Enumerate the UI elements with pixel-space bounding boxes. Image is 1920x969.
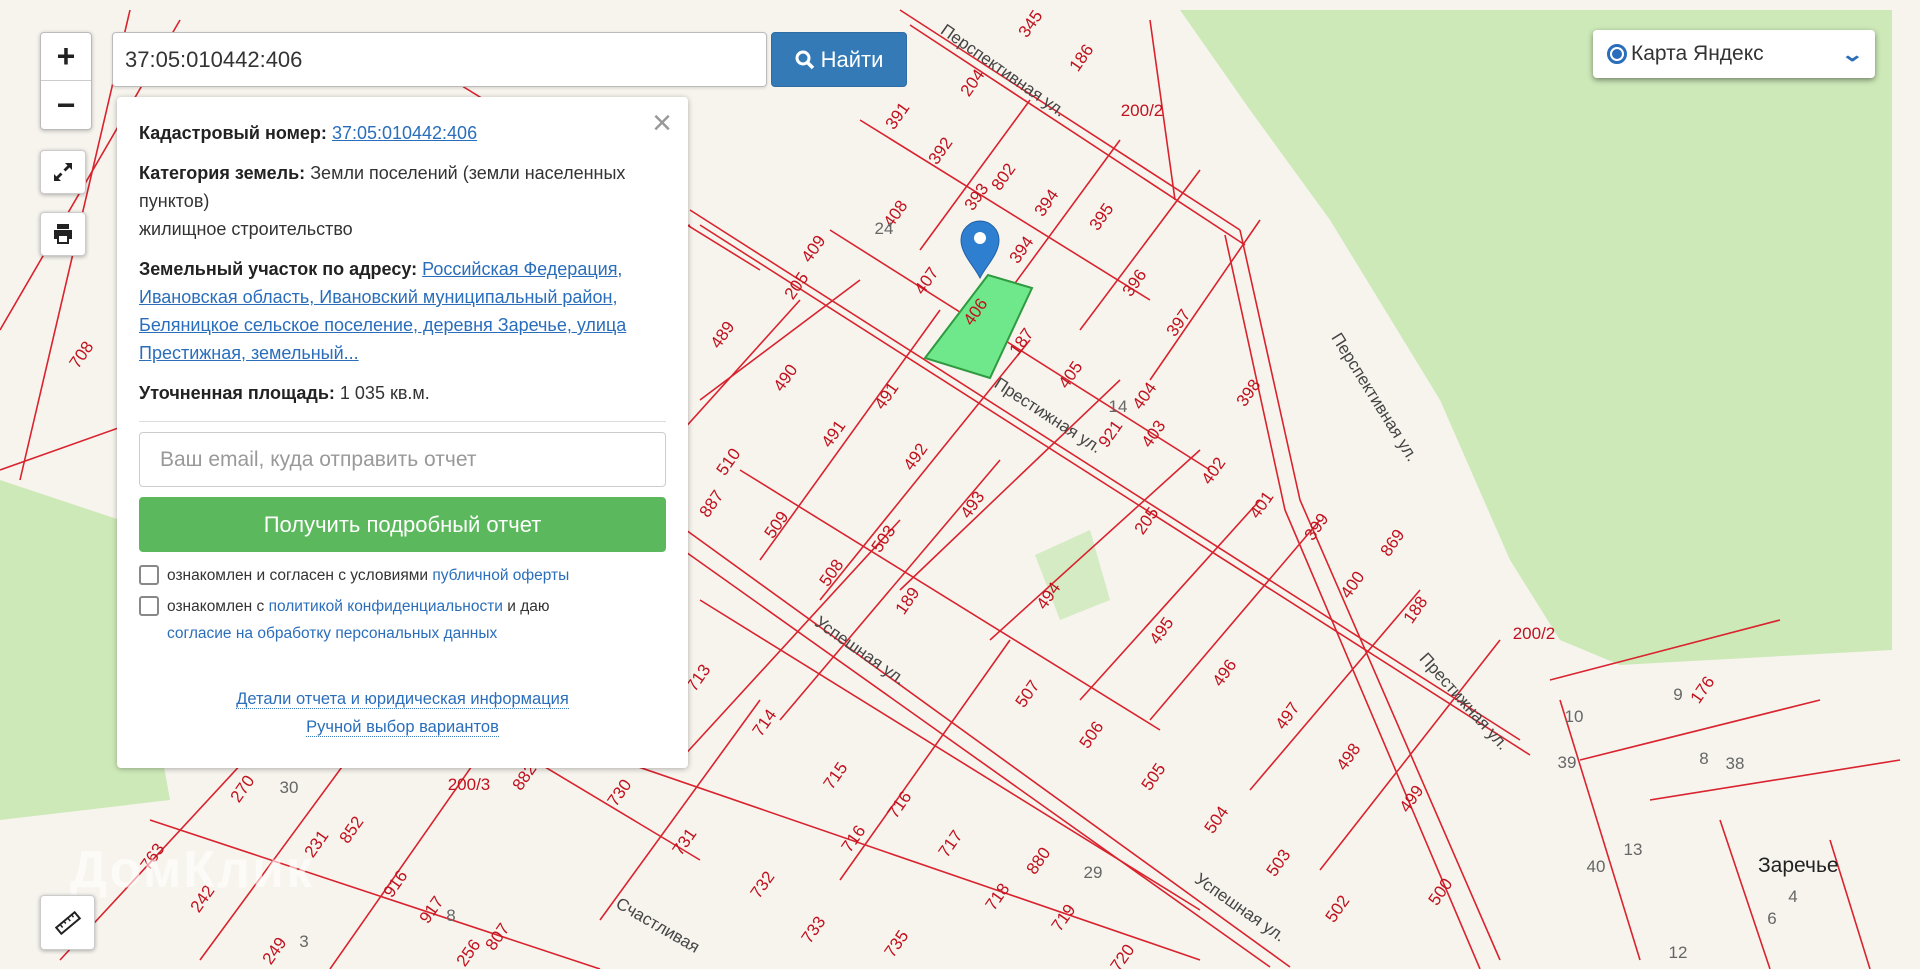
consent1-text: ознакомлен и согласен с условиями — [167, 567, 429, 584]
report-details-link[interactable]: Детали отчета и юридическая информация — [236, 690, 569, 709]
village-label: Заречье — [1758, 854, 1839, 877]
parcel-label: 39 — [1558, 753, 1577, 772]
parcel-label: 30 — [280, 778, 299, 797]
consent2-mid: и даю — [507, 598, 550, 615]
consent2-text: ознакомлен с — [167, 598, 265, 615]
cadastral-search-input[interactable] — [112, 32, 767, 87]
area-value: 1 035 кв.м. — [339, 383, 430, 403]
parcel-info-popup: × Кадастровый номер: 37:05:010442:406 Ка… — [117, 97, 688, 768]
parcel-label: 6 — [1767, 909, 1776, 928]
zoom-out-button[interactable]: − — [41, 81, 91, 129]
close-icon[interactable]: × — [652, 103, 672, 143]
map-layer-select[interactable]: Карта Яндекс ⌄ — [1593, 30, 1875, 78]
divider — [139, 421, 666, 422]
fullscreen-button[interactable] — [40, 150, 86, 194]
print-button[interactable] — [40, 212, 86, 256]
category-use: жилищное строительство — [139, 219, 353, 239]
privacy-consent-checkbox[interactable] — [139, 596, 159, 616]
parcel-label: 8 — [446, 906, 455, 925]
area-label: Уточненная площадь: — [139, 383, 335, 403]
parcel-label: 200/2 — [1121, 101, 1164, 120]
parcel-label: 3 — [299, 932, 308, 951]
parcel-label: 9 — [1673, 685, 1682, 704]
manual-selection-link[interactable]: Ручной выбор вариантов — [306, 718, 499, 737]
zoom-control: + − — [40, 32, 92, 130]
watermark: ДомКлик — [70, 841, 314, 899]
parcel-label: 200/2 — [1513, 624, 1556, 643]
cadastral-label: Кадастровый номер: — [139, 123, 327, 143]
zoom-in-button[interactable]: + — [41, 33, 91, 81]
get-report-button[interactable]: Получить подробный отчет — [139, 497, 666, 552]
parcel-label: 29 — [1084, 863, 1103, 882]
chevron-down-icon: ⌄ — [1840, 43, 1865, 66]
public-offer-link[interactable]: публичной оферты — [432, 567, 569, 584]
ruler-icon — [54, 910, 81, 935]
privacy-policy-link[interactable]: политикой конфиденциальности — [269, 598, 503, 615]
parcel-label: 12 — [1669, 943, 1688, 962]
cadastral-number-link[interactable]: 37:05:010442:406 — [332, 123, 477, 143]
find-button[interactable]: Найти — [771, 32, 907, 87]
parcel-label: 8 — [1699, 749, 1708, 768]
email-input[interactable] — [139, 432, 666, 487]
search-icon — [795, 50, 814, 69]
parcel-label: 200/3 — [448, 775, 491, 794]
parcel-label: 38 — [1726, 754, 1745, 773]
radio-selected-icon — [1607, 44, 1627, 64]
parcel-label: 4 — [1788, 887, 1797, 906]
personal-data-consent-link[interactable]: согласие на обработку персональных данны… — [167, 625, 497, 642]
parcel-label: 24 — [875, 219, 894, 238]
expand-icon — [54, 163, 72, 181]
parcel-label: 10 — [1565, 707, 1584, 726]
category-label: Категория земель: — [139, 163, 306, 183]
offer-consent-checkbox[interactable] — [139, 565, 159, 585]
parcel-label: 40 — [1587, 857, 1606, 876]
ruler-button[interactable] — [40, 895, 95, 950]
layer-selected-label: Карта Яндекс — [1631, 42, 1764, 65]
parcel-label: 13 — [1624, 840, 1643, 859]
address-label: Земельный участок по адресу: — [139, 259, 418, 279]
printer-icon — [54, 224, 72, 244]
parcel-label: 14 — [1109, 397, 1128, 416]
find-button-label: Найти — [820, 46, 884, 72]
